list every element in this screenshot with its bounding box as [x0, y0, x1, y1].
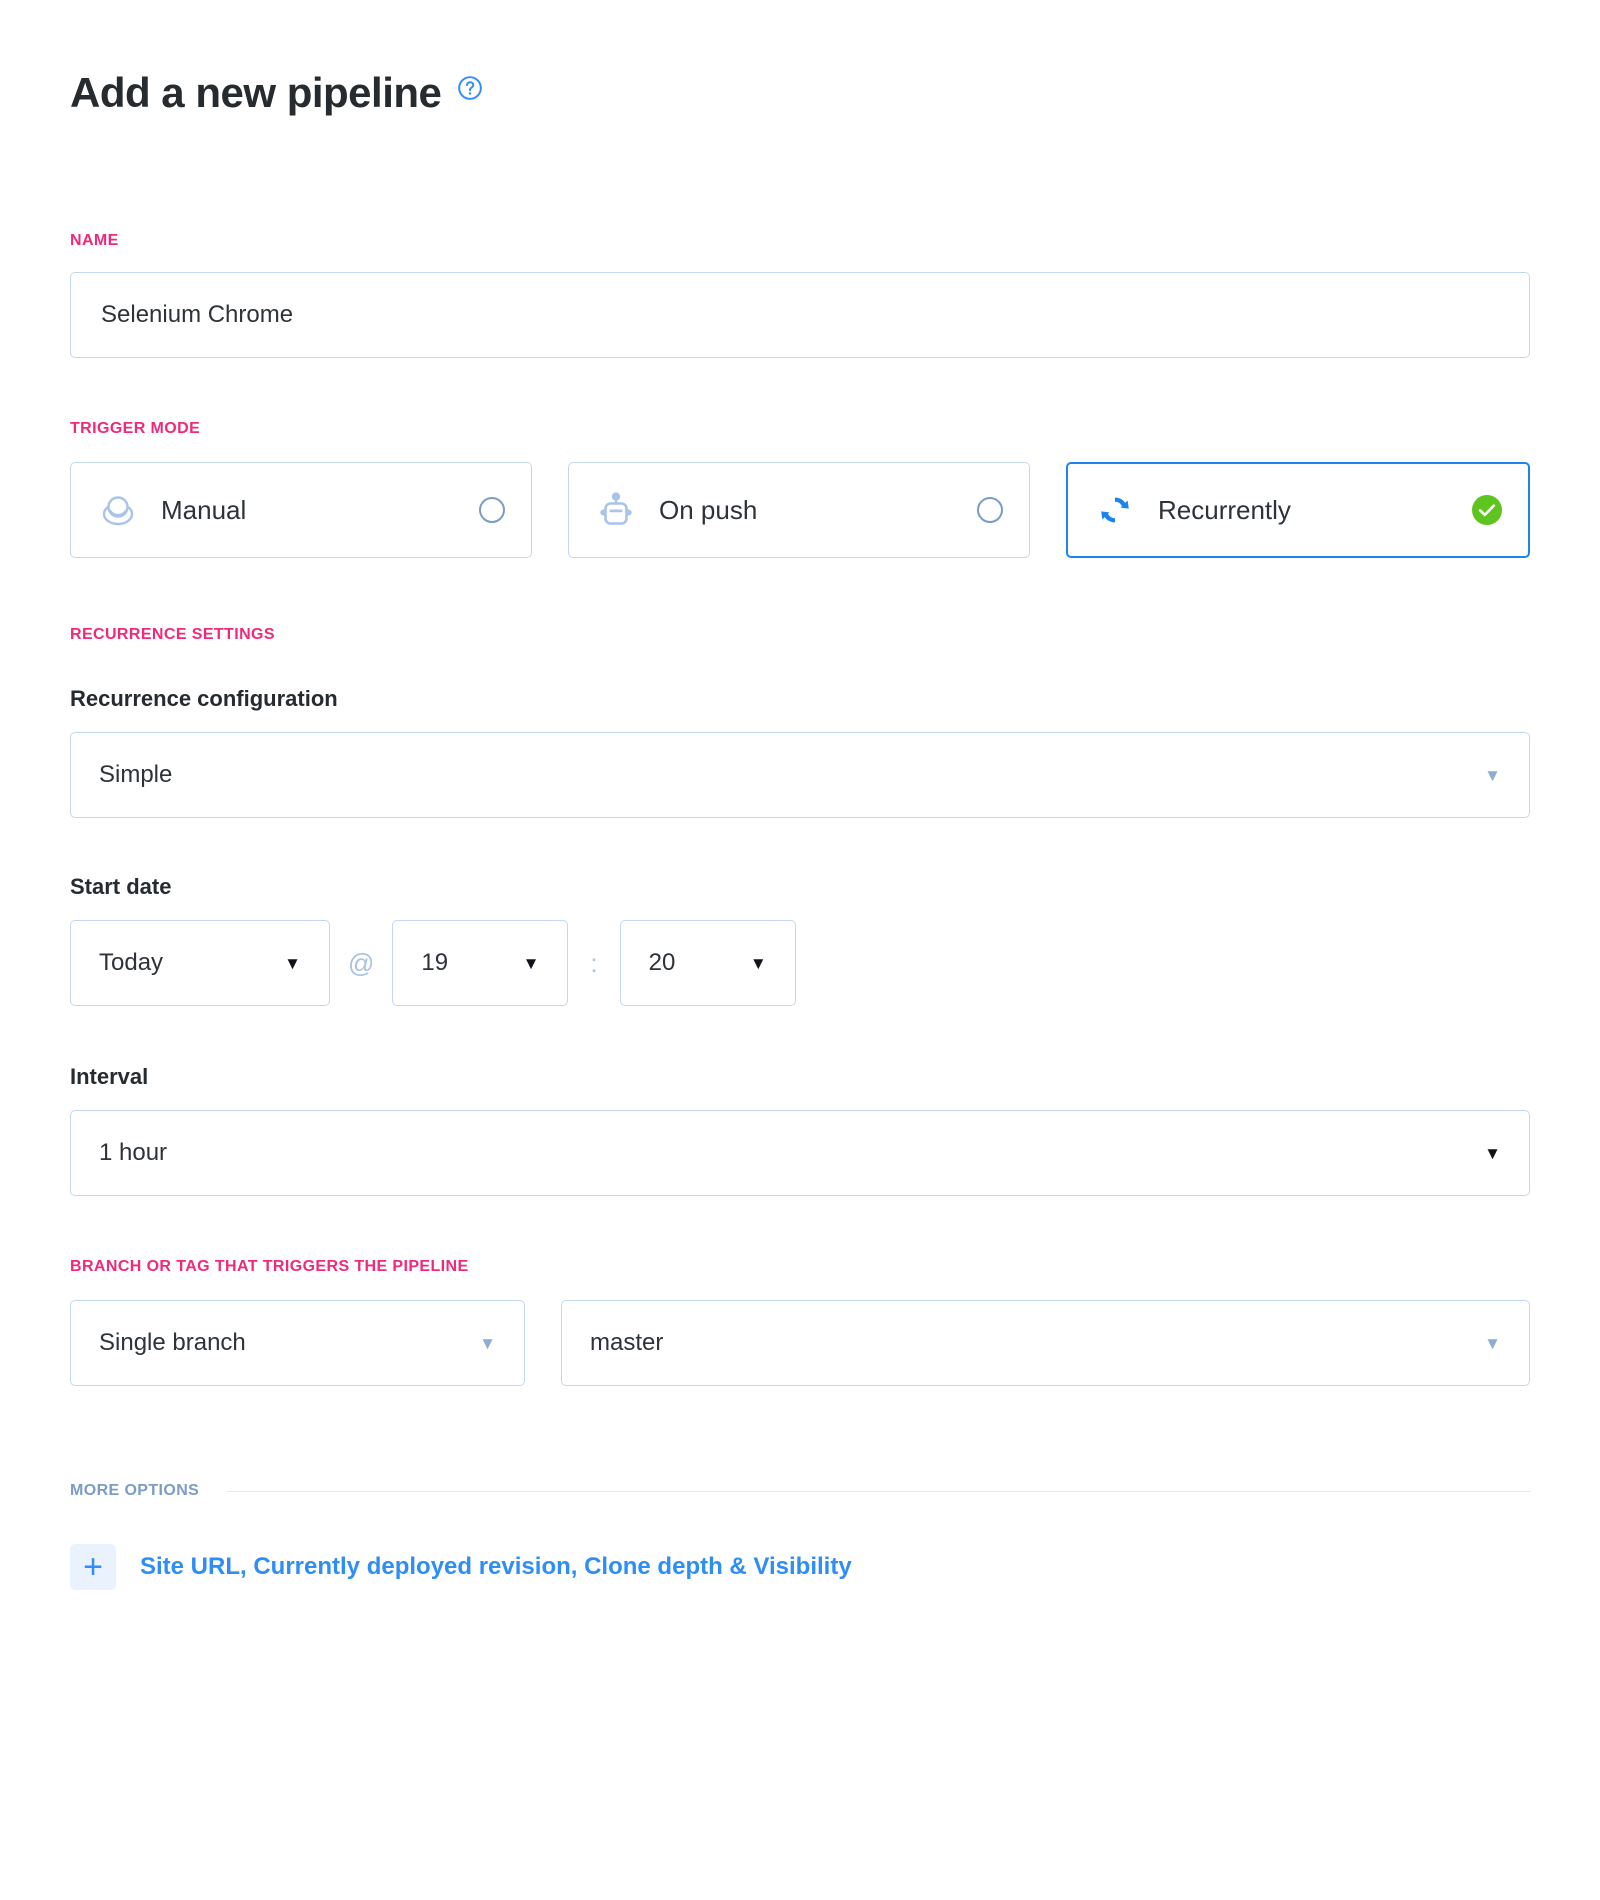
trigger-option-on-push[interactable]: On push	[568, 462, 1030, 558]
chevron-down-icon: ▼	[1484, 1143, 1501, 1163]
branch-section-label: BRANCH OR TAG THAT TRIGGERS THE PIPELINE	[70, 1258, 469, 1275]
trigger-option-label: Manual	[161, 494, 247, 525]
start-date-controls: Today ▼ @ 19 ▼ : 20 ▼	[70, 920, 1530, 1006]
chevron-down-icon: ▼	[284, 953, 301, 973]
trigger-option-recurrently[interactable]: Recurrently	[1066, 462, 1530, 558]
recurrence-configuration-label: Recurrence configuration	[70, 686, 338, 711]
more-options-header: MORE OPTIONS	[70, 1482, 1530, 1500]
divider	[227, 1490, 1530, 1492]
chevron-down-icon: ▼	[749, 953, 767, 973]
interval-label: Interval	[70, 1064, 149, 1089]
chevron-down-icon: ▼	[479, 1333, 496, 1353]
robot-icon	[595, 489, 637, 531]
add-pipeline-form: Add a new pipeline NAME TRIGGER MODE M	[0, 0, 1600, 1900]
press-button-icon	[97, 489, 139, 531]
recurrence-settings-label: RECURRENCE SETTINGS	[70, 626, 275, 643]
start-date-hour-value: 19	[421, 949, 449, 976]
pipeline-name-input[interactable]	[70, 272, 1530, 358]
more-options-expander[interactable]: + Site URL, Currently deployed revision,…	[70, 1544, 1530, 1590]
start-date-minute-select[interactable]: 20 ▼	[619, 920, 796, 1006]
time-separator: :	[590, 947, 598, 978]
page-title: Add a new pipeline	[70, 69, 442, 116]
interval-select[interactable]: 1 hour ▼	[70, 1110, 1530, 1196]
trigger-mode-options: Manual On push Recurrently	[70, 462, 1530, 558]
branch-kind-value: Single branch	[99, 1329, 246, 1356]
radio-on-push[interactable]	[977, 497, 1003, 523]
trigger-mode-label: TRIGGER MODE	[70, 420, 201, 437]
start-date-minute-value: 20	[648, 949, 676, 976]
start-date-label: Start date	[70, 874, 172, 899]
at-separator: @	[348, 947, 375, 978]
refresh-arrows-icon	[1094, 489, 1136, 531]
trigger-option-label: On push	[659, 494, 758, 525]
recurrence-configuration-value: Simple	[99, 761, 173, 788]
radio-manual[interactable]	[479, 497, 505, 523]
trigger-option-manual[interactable]: Manual	[70, 462, 532, 558]
plus-glyph: +	[83, 1548, 103, 1586]
branch-name-select[interactable]: master ▼	[561, 1300, 1530, 1386]
name-section-label: NAME	[70, 232, 119, 249]
interval-value: 1 hour	[99, 1139, 168, 1166]
start-date-day-select[interactable]: Today ▼	[70, 920, 330, 1006]
question-circle-icon[interactable]	[457, 75, 483, 101]
chevron-down-icon: ▼	[1484, 765, 1501, 785]
branch-name-value: master	[590, 1329, 664, 1356]
more-options-link[interactable]: Site URL, Currently deployed revision, C…	[140, 1553, 852, 1581]
page-header: Add a new pipeline	[70, 0, 1530, 114]
trigger-option-label: Recurrently	[1158, 494, 1291, 525]
recurrence-configuration-select[interactable]: Simple ▼	[70, 732, 1530, 818]
branch-controls: Single branch ▼ master ▼	[70, 1300, 1530, 1386]
chevron-down-icon: ▼	[1484, 1333, 1501, 1353]
branch-kind-select[interactable]: Single branch ▼	[70, 1300, 525, 1386]
more-options-label: MORE OPTIONS	[70, 1482, 200, 1499]
radio-recurrently-checked[interactable]	[1472, 495, 1502, 525]
start-date-hour-select[interactable]: 19 ▼	[392, 920, 569, 1006]
chevron-down-icon: ▼	[522, 953, 540, 973]
start-date-day-value: Today	[99, 949, 164, 976]
plus-icon[interactable]: +	[70, 1544, 116, 1590]
